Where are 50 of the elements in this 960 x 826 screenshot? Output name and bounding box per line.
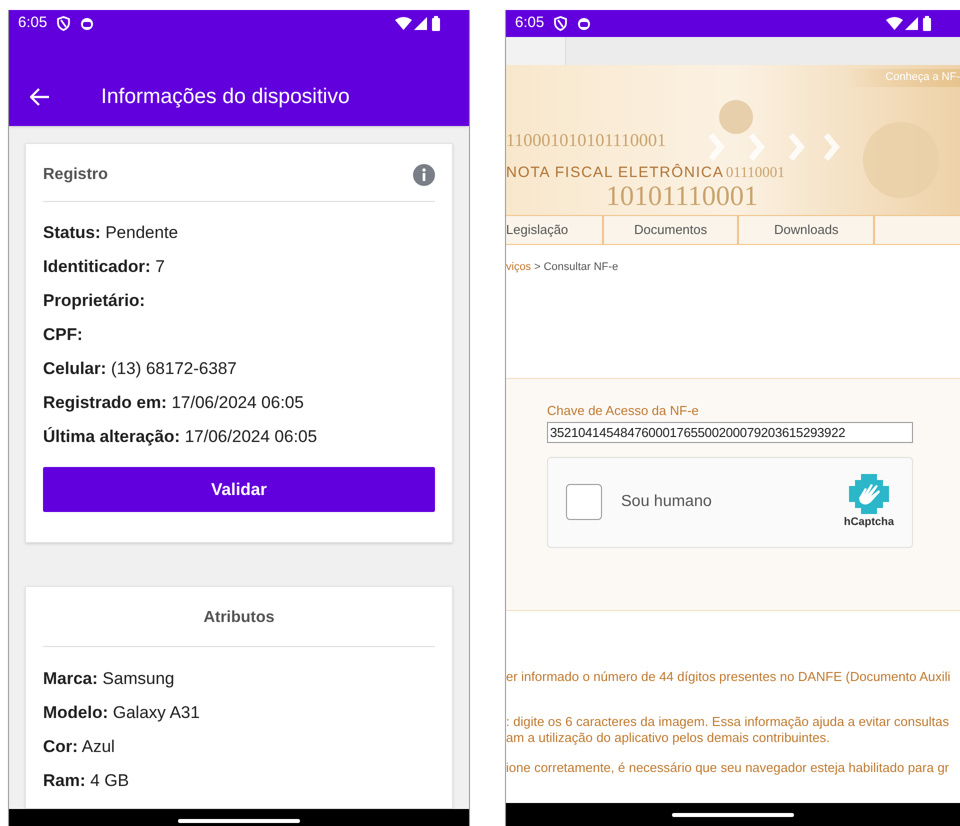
card-title: Registro [43, 165, 108, 185]
battery-icon [432, 16, 440, 31]
field-row-text: Marca: Samsung [43, 668, 176, 690]
shield-icon [57, 16, 70, 31]
captcha-checkbox[interactable] [566, 484, 602, 520]
signal-icon [414, 17, 427, 30]
field-row-text: Status: Pendente [43, 222, 180, 244]
back-button[interactable] [29, 86, 51, 108]
signal-icon [905, 17, 918, 30]
home-handle[interactable] [178, 818, 300, 822]
shield-icon [554, 16, 568, 31]
breadcrumb-current: > Consultar NF-e [534, 261, 618, 273]
info-icon[interactable] [413, 164, 435, 186]
info-text: ione corretamente, é necessário que seu navegador esteja habilitado para gr [506, 760, 950, 776]
hand-logo-icon [848, 474, 889, 514]
app-bar-title: Informações do dispositivo [101, 84, 350, 110]
access-key-input[interactable]: 352104145484760001765500200079203615293922 [547, 422, 913, 442]
nav-tab[interactable]: Documentos [604, 216, 740, 244]
field-row-text: Modelo: Galaxy A31 [43, 702, 201, 724]
field-row-text: Identiticador: 7 [43, 256, 166, 278]
card-title: Atributos [203, 609, 275, 626]
status-time: 6:05 [515, 13, 544, 34]
banner-digits: 10101110001 [606, 183, 758, 211]
field-row-text: Cor: Azul [43, 736, 116, 758]
app-notification-icon [80, 16, 94, 30]
captcha-brand: hCaptcha [844, 514, 894, 530]
banner-digits: 110001010101110001 [506, 129, 666, 152]
info-text: er informado o número de 44 dígitos presentes no DANFE (Documento Auxili [506, 669, 952, 685]
banner-title: NOTA FISCAL ELETRÔNICA [506, 162, 724, 183]
field-row-text: Ram: 4 GB [43, 770, 130, 792]
back-arrow-icon [30, 88, 50, 106]
wifi-icon [886, 17, 903, 30]
app-notification-icon [577, 16, 592, 30]
field-row-text: Proprietário: [43, 290, 146, 312]
home-handle[interactable] [672, 812, 794, 816]
field-row-text: Última alteração: 17/06/2024 06:05 [43, 426, 318, 448]
battery-icon [923, 16, 931, 31]
nav-tab[interactable]: Legislação [506, 216, 604, 244]
wifi-icon [395, 17, 412, 30]
status-time: 6:05 [18, 13, 48, 34]
validate-button[interactable]: Validar [43, 467, 435, 512]
field-row-text: Registrado em: 17/06/2024 06:05 [43, 392, 305, 414]
info-text: : digite os 6 caracteres da imagem. Essa informação ajuda a evitar consultas am a utilização do aplicativo pelos demais contribuintes. [506, 714, 950, 746]
banner-digits: 01110001 [726, 164, 785, 183]
field-row-text: Celular: (13) 68172-6387 [43, 358, 238, 380]
field-row-text: CPF: [43, 324, 84, 346]
captcha-label: Sou humano [621, 492, 712, 512]
breadcrumb-link[interactable]: viços [506, 261, 532, 273]
field-label: Chave de Acesso da NF-e [547, 402, 700, 420]
nav-tab[interactable]: Downloads [739, 216, 876, 244]
